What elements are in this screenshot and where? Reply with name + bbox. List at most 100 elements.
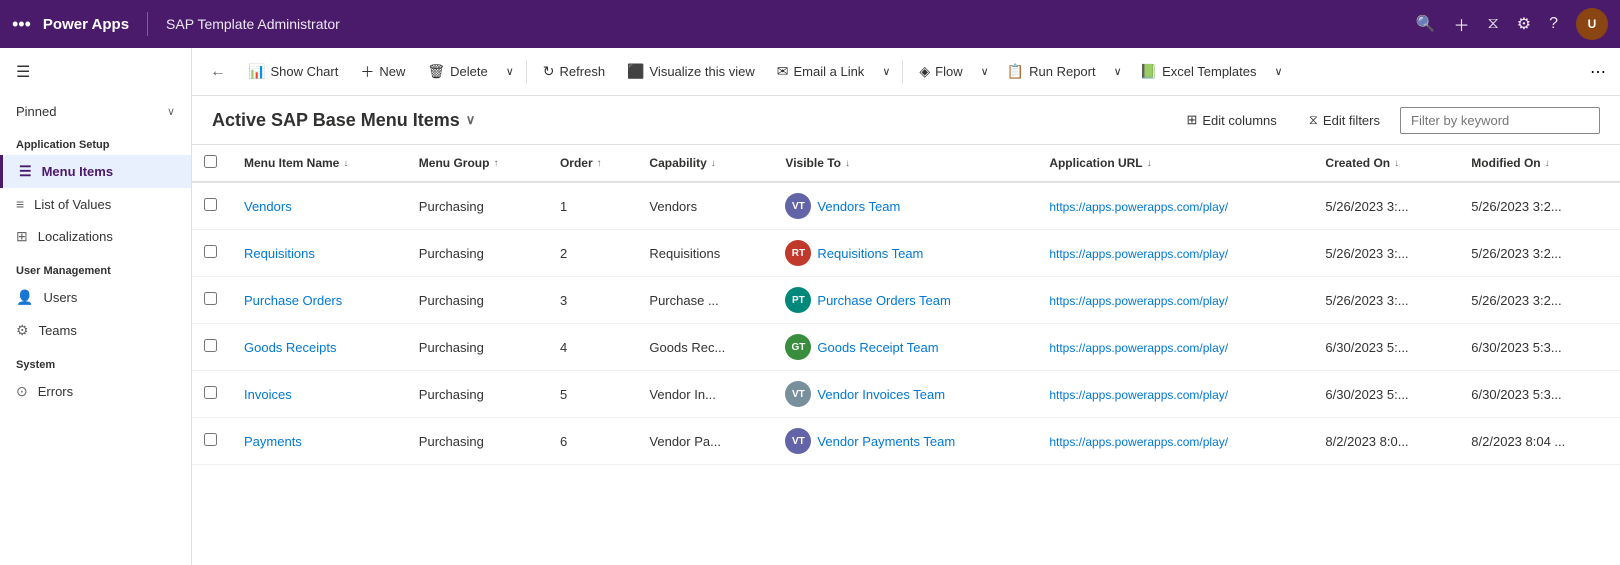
email-icon: ✉ (777, 63, 789, 80)
team-link[interactable]: Goods Receipt Team (817, 340, 938, 355)
cell-menu-group: Purchasing (407, 182, 548, 230)
menu-item-link[interactable]: Requisitions (244, 246, 315, 261)
new-button[interactable]: ＋ New (350, 56, 415, 88)
sidebar-pinned[interactable]: Pinned ∨ (0, 96, 191, 127)
sidebar-item-menu-items[interactable]: ☰ Menu Items (0, 155, 191, 188)
cell-capability: Requisitions (637, 230, 773, 277)
visualize-button[interactable]: ⬛ Visualize this view (617, 57, 765, 86)
menu-item-link[interactable]: Goods Receipts (244, 340, 337, 355)
team-link[interactable]: Requisitions Team (817, 246, 923, 261)
header-checkbox-col[interactable] (192, 145, 232, 182)
cell-visible-to: PT Purchase Orders Team (773, 277, 1037, 324)
settings-icon[interactable]: ⚙ (1517, 14, 1531, 34)
sidebar-item-list-of-values[interactable]: ≡ List of Values (0, 188, 191, 220)
sidebar-item-teams[interactable]: ⚙ Teams (0, 314, 191, 347)
row-checkbox-cell[interactable] (192, 324, 232, 371)
sidebar-item-localizations[interactable]: ⊞ Localizations (0, 220, 191, 253)
run-report-dropdown[interactable]: ∨ (1108, 59, 1128, 84)
nav-icons: 🔍 ＋ ⧖ ⚙ ? U (1416, 8, 1608, 40)
help-icon[interactable]: ? (1549, 15, 1558, 33)
row-select-checkbox[interactable] (204, 386, 217, 399)
cell-modified-on: 5/26/2023 3:2... (1459, 230, 1620, 277)
edit-columns-button[interactable]: ⊞ Edit columns (1174, 106, 1288, 134)
row-checkbox-cell[interactable] (192, 182, 232, 230)
sidebar-toggle[interactable]: ☰ (0, 48, 191, 96)
team-link[interactable]: Vendor Invoices Team (817, 387, 945, 402)
url-link[interactable]: https://apps.powerapps.com/play/ (1049, 435, 1228, 449)
row-checkbox-cell[interactable] (192, 371, 232, 418)
menu-item-link[interactable]: Vendors (244, 199, 292, 214)
email-link-button[interactable]: ✉ Email a Link (767, 57, 875, 86)
url-link[interactable]: https://apps.powerapps.com/play/ (1049, 294, 1228, 308)
view-title[interactable]: Active SAP Base Menu Items ∨ (212, 110, 475, 131)
col-visible-to[interactable]: Visible To ↓ (773, 145, 1037, 182)
excel-templates-button[interactable]: 📗 Excel Templates (1130, 57, 1267, 86)
url-link[interactable]: https://apps.powerapps.com/play/ (1049, 341, 1228, 355)
row-checkbox-cell[interactable] (192, 418, 232, 465)
table-container: Menu Item Name ↓ Menu Group ↑ (192, 145, 1620, 565)
excel-dropdown[interactable]: ∨ (1269, 59, 1289, 84)
url-link[interactable]: https://apps.powerapps.com/play/ (1049, 200, 1228, 214)
team-link[interactable]: Purchase Orders Team (817, 293, 950, 308)
team-link[interactable]: Vendor Payments Team (817, 434, 955, 449)
run-report-button[interactable]: 📋 Run Report (997, 57, 1106, 86)
row-select-checkbox[interactable] (204, 339, 217, 352)
cell-capability: Vendors (637, 182, 773, 230)
app-brand[interactable]: Power Apps (43, 16, 129, 33)
sidebar-menu-items-label: Menu Items (42, 164, 114, 179)
keyword-filter-input[interactable] (1400, 107, 1600, 134)
col-menu-group[interactable]: Menu Group ↑ (407, 145, 548, 182)
url-link[interactable]: https://apps.powerapps.com/play/ (1049, 388, 1228, 402)
new-icon: ＋ (360, 62, 374, 82)
select-all-checkbox[interactable] (204, 155, 217, 168)
more-options-button[interactable]: ⋯ (1584, 56, 1612, 88)
row-checkbox-cell[interactable] (192, 230, 232, 277)
flow-button[interactable]: ◈ Flow (909, 57, 972, 86)
show-chart-button[interactable]: 📊 Show Chart (238, 57, 348, 86)
delete-button[interactable]: 🗑 Delete (417, 57, 497, 86)
cell-modified-on: 8/2/2023 8:04 ... (1459, 418, 1620, 465)
menu-item-link[interactable]: Payments (244, 434, 302, 449)
cell-menu-group: Purchasing (407, 418, 548, 465)
cell-visible-to: VT Vendors Team (773, 182, 1037, 230)
sort-modified-on: ↓ (1545, 158, 1550, 169)
row-select-checkbox[interactable] (204, 433, 217, 446)
filter-icon[interactable]: ⧖ (1488, 15, 1499, 33)
cell-menu-group: Purchasing (407, 230, 548, 277)
col-capability[interactable]: Capability ↓ (637, 145, 773, 182)
cell-order: 6 (548, 418, 637, 465)
flow-dropdown[interactable]: ∨ (975, 59, 995, 84)
delete-dropdown[interactable]: ∨ (500, 59, 520, 84)
email-dropdown[interactable]: ∨ (876, 59, 896, 84)
team-link[interactable]: Vendors Team (817, 199, 900, 214)
sidebar-item-errors[interactable]: ⊙ Errors (0, 375, 191, 408)
add-icon[interactable]: ＋ (1454, 12, 1470, 36)
refresh-button[interactable]: ↻ Refresh (533, 57, 615, 86)
back-button[interactable]: ← (200, 57, 236, 87)
col-modified-on[interactable]: Modified On ↓ (1459, 145, 1620, 182)
menu-item-link[interactable]: Purchase Orders (244, 293, 342, 308)
row-checkbox-cell[interactable] (192, 277, 232, 324)
cell-menu-item-name: Requisitions (232, 230, 407, 277)
row-select-checkbox[interactable] (204, 292, 217, 305)
cell-order: 2 (548, 230, 637, 277)
col-order[interactable]: Order ↑ (548, 145, 637, 182)
search-icon[interactable]: 🔍 (1416, 14, 1436, 34)
sort-application-url: ↓ (1147, 158, 1152, 169)
pinned-label: Pinned (16, 104, 56, 119)
cell-capability: Vendor Pa... (637, 418, 773, 465)
waffle-icon[interactable]: ••• (12, 14, 31, 35)
row-select-checkbox[interactable] (204, 245, 217, 258)
row-select-checkbox[interactable] (204, 198, 217, 211)
cell-modified-on: 5/26/2023 3:2... (1459, 277, 1620, 324)
url-link[interactable]: https://apps.powerapps.com/play/ (1049, 247, 1228, 261)
edit-filters-button[interactable]: ⧖ Edit filters (1297, 106, 1392, 134)
teams-icon: ⚙ (16, 322, 29, 339)
col-application-url[interactable]: Application URL ↓ (1037, 145, 1313, 182)
sidebar-item-users[interactable]: 👤 Users (0, 281, 191, 314)
col-menu-item-name[interactable]: Menu Item Name ↓ (232, 145, 407, 182)
sort-order: ↑ (597, 158, 602, 169)
user-avatar[interactable]: U (1576, 8, 1608, 40)
col-created-on[interactable]: Created On ↓ (1313, 145, 1459, 182)
menu-item-link[interactable]: Invoices (244, 387, 292, 402)
